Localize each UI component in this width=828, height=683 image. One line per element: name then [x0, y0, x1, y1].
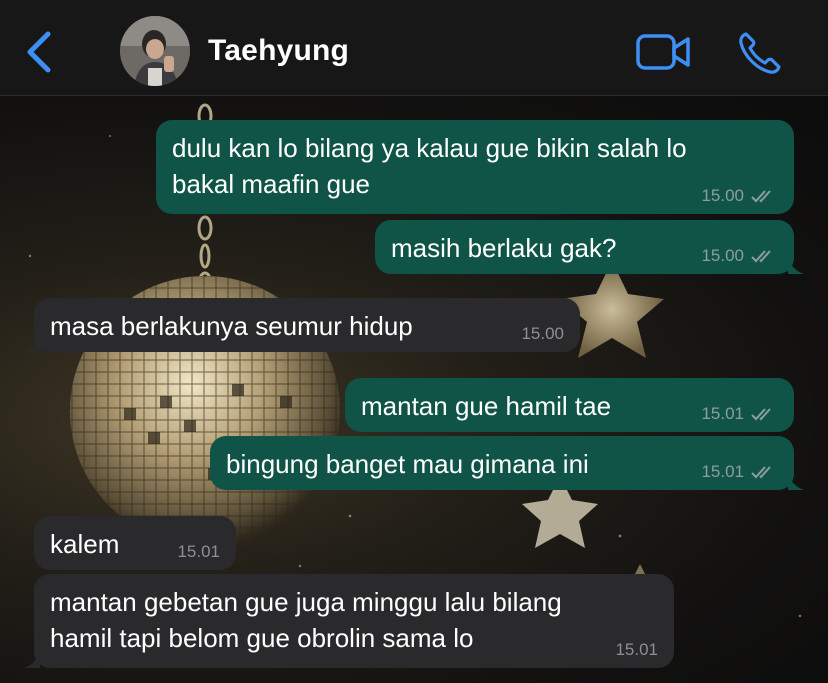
message-bubble-incoming[interactable]: mantan gebetan gue juga minggu lalu bila…: [24, 574, 674, 668]
message-time: 15.01: [615, 640, 658, 659]
video-camera-icon: [636, 34, 690, 70]
video-call-button[interactable]: [636, 33, 692, 71]
message-meta: 15.00: [701, 247, 778, 265]
bubble-tail: [788, 256, 804, 274]
message-time: 15.01: [177, 542, 220, 561]
message-bubble-outgoing[interactable]: dulu kan lo bilang ya kalau gue bikin sa…: [156, 120, 794, 214]
chat-area[interactable]: dulu kan lo bilang ya kalau gue bikin sa…: [0, 96, 828, 683]
message-bubble-outgoing[interactable]: bingung banget mau gimana ini 15.01: [210, 436, 804, 490]
voice-call-button[interactable]: [737, 30, 783, 76]
bubble-tail: [24, 650, 40, 668]
message-text: mantan gue hamil tae: [361, 391, 612, 421]
back-button[interactable]: [20, 28, 60, 76]
message-meta: 15.01: [701, 463, 778, 481]
avatar[interactable]: [120, 16, 190, 86]
message-bubble-incoming[interactable]: masa berlakunya seumur hidup 15.00: [24, 298, 580, 352]
message-meta: 15.01: [701, 405, 778, 423]
double-check-icon: [751, 408, 771, 421]
message-time: 15.00: [521, 324, 564, 343]
message-text: mantan gebetan gue juga minggu lalu bila…: [50, 587, 562, 653]
message-text: kalem: [50, 529, 120, 559]
double-check-icon: [751, 190, 771, 203]
message-bubble-outgoing[interactable]: mantan gue hamil tae 15.01: [345, 378, 794, 432]
chevron-left-icon: [27, 31, 51, 73]
message-time: 15.00: [701, 246, 744, 265]
message-bubble-outgoing[interactable]: masih berlaku gak? 15.00: [375, 220, 804, 274]
message-text: masih berlaku gak?: [391, 233, 617, 263]
bubble-tail: [788, 472, 804, 490]
message-time: 15.01: [701, 404, 744, 423]
phone-icon: [739, 32, 781, 74]
bubble-tail: [24, 334, 40, 352]
message-time: 15.00: [701, 186, 744, 205]
message-meta: 15.01: [177, 543, 220, 561]
message-text: bingung banget mau gimana ini: [226, 449, 589, 479]
message-text: dulu kan lo bilang ya kalau gue bikin sa…: [172, 133, 687, 199]
chat-header: Taehyung: [0, 0, 828, 96]
double-check-icon: [751, 466, 771, 479]
avatar-image: [120, 16, 190, 86]
message-meta: 15.01: [615, 641, 658, 659]
message-bubble-incoming[interactable]: kalem 15.01: [34, 516, 236, 570]
message-text: masa berlakunya seumur hidup: [50, 311, 413, 341]
message-meta: 15.00: [701, 187, 778, 205]
message-time: 15.01: [701, 462, 744, 481]
double-check-icon: [751, 250, 771, 263]
contact-name[interactable]: Taehyung: [208, 34, 349, 68]
message-meta: 15.00: [521, 325, 564, 343]
